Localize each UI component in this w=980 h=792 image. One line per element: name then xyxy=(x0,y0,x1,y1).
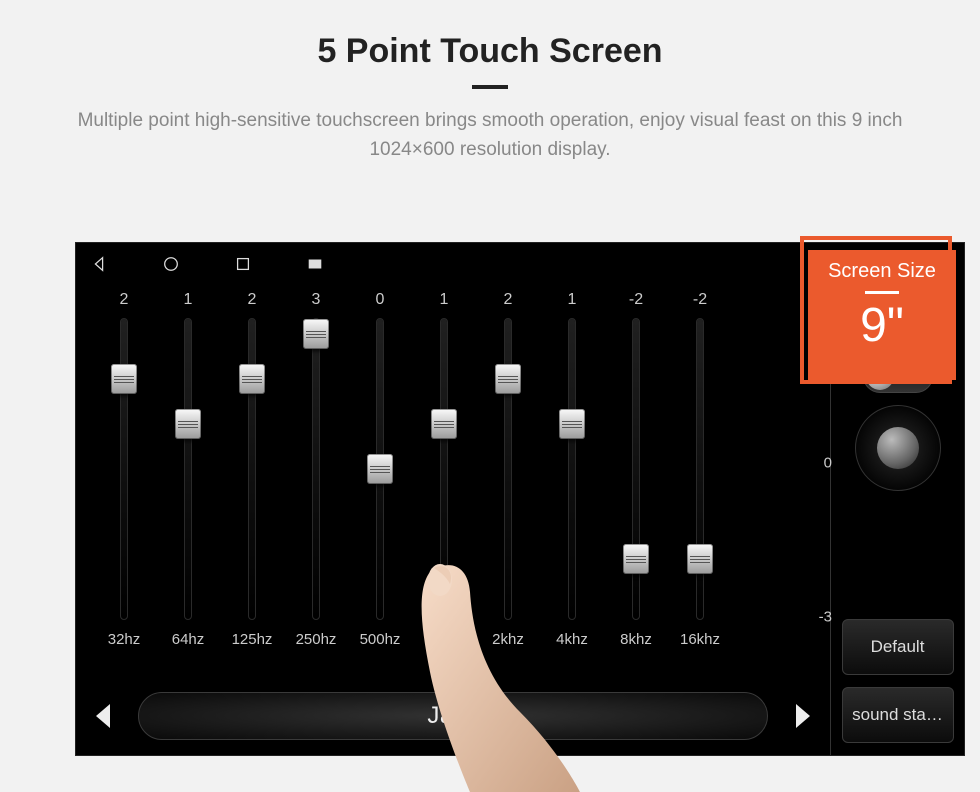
eq-value: 2 xyxy=(504,291,513,315)
equalizer-panel: 2 32hz 1 64hz 2 125hz 3 250hz 0 500hz 1 1khz 2 2khz 1 4… xyxy=(76,285,830,755)
eq-slider[interactable] xyxy=(569,319,575,619)
back-icon[interactable] xyxy=(90,255,108,273)
recent-icon[interactable] xyxy=(234,255,252,273)
preset-next-button[interactable] xyxy=(782,696,822,736)
preset-name[interactable]: Jazz xyxy=(138,692,768,740)
eq-slider[interactable] xyxy=(441,319,447,619)
eq-band-1khz: 1 1khz xyxy=(412,291,476,661)
eq-slider[interactable] xyxy=(121,319,127,619)
eq-band-250hz: 3 250hz xyxy=(284,291,348,661)
eq-freq-label: 64hz xyxy=(172,631,205,648)
eq-slider[interactable] xyxy=(249,319,255,619)
eq-freq-label: 4khz xyxy=(556,631,588,648)
page-subtitle: Multiple point high-sensitive touchscree… xyxy=(40,107,940,164)
eq-value: -2 xyxy=(693,291,707,315)
eq-freq-label: 500hz xyxy=(360,631,401,648)
eq-band-64hz: 1 64hz xyxy=(156,291,220,661)
eq-freq-label: 2khz xyxy=(492,631,524,648)
eq-freq-label: 1khz xyxy=(428,631,460,648)
eq-value: 2 xyxy=(120,291,129,315)
eq-band-500hz: 0 500hz xyxy=(348,291,412,661)
badge-value: 9" xyxy=(808,302,956,350)
eq-slider[interactable] xyxy=(633,319,639,619)
eq-slider[interactable] xyxy=(505,319,511,619)
badge-label: Screen Size xyxy=(808,260,956,283)
preset-prev-button[interactable] xyxy=(84,696,124,736)
eq-band-8khz: -2 8khz xyxy=(604,291,668,661)
eq-freq-label: 8khz xyxy=(620,631,652,648)
eq-value: 1 xyxy=(440,291,449,315)
eq-value: 1 xyxy=(568,291,577,315)
home-icon[interactable] xyxy=(162,255,180,273)
title-underline xyxy=(472,85,508,89)
sound-stage-button[interactable]: sound sta… xyxy=(842,687,954,743)
eq-slider[interactable] xyxy=(697,319,703,619)
eq-value: 0 xyxy=(376,291,385,315)
eq-slider[interactable] xyxy=(185,319,191,619)
eq-slider[interactable] xyxy=(313,319,319,619)
page-title: 5 Point Touch Screen xyxy=(0,32,980,71)
eq-freq-label: 16khz xyxy=(680,631,720,648)
eq-value: -2 xyxy=(629,291,643,315)
eq-band-2khz: 2 2khz xyxy=(476,291,540,661)
eq-freq-label: 250hz xyxy=(296,631,337,648)
gallery-icon[interactable] xyxy=(306,255,324,273)
eq-band-125hz: 2 125hz xyxy=(220,291,284,661)
balance-dial[interactable] xyxy=(855,405,941,491)
default-button[interactable]: Default xyxy=(842,619,954,675)
eq-band-32hz: 2 32hz xyxy=(92,291,156,661)
eq-value: 1 xyxy=(184,291,193,315)
screen-size-badge: Screen Size 9" xyxy=(808,250,956,380)
eq-slider[interactable] xyxy=(377,319,383,619)
eq-value: 2 xyxy=(248,291,257,315)
eq-value: 3 xyxy=(312,291,321,315)
eq-band-16khz: -2 16khz xyxy=(668,291,732,661)
eq-freq-label: 32hz xyxy=(108,631,141,648)
eq-band-4khz: 1 4khz xyxy=(540,291,604,661)
eq-freq-label: 125hz xyxy=(232,631,273,648)
